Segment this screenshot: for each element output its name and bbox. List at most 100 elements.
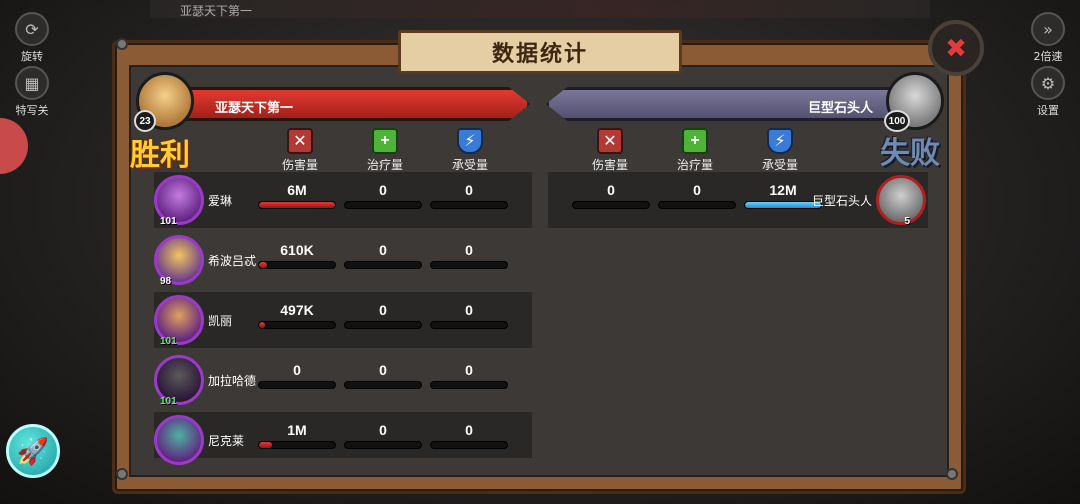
hero-heal: 0 <box>344 362 422 389</box>
damage-bar <box>258 321 336 329</box>
heal-bar <box>344 321 422 329</box>
enemy-taken: 12M <box>744 182 822 209</box>
damage-value: 497K <box>280 302 314 318</box>
closeup-button[interactable]: ▦ 特写关 <box>6 66 58 118</box>
close-icon: ✖ <box>945 32 967 63</box>
hero-name: 尼克莱 <box>208 434 245 448</box>
heal-bar <box>344 201 422 209</box>
enemy-name: 巨型石头人 <box>811 194 872 208</box>
nail-icon <box>946 468 958 480</box>
hero-row[interactable]: 101 凯丽 497K 0 0 <box>154 292 532 348</box>
nail-icon <box>116 38 128 50</box>
taken-bar <box>744 201 822 209</box>
title-plank: 数据统计 <box>398 30 682 74</box>
heal-value: 0 <box>379 302 387 318</box>
damage-value: 6M <box>287 182 307 198</box>
damage-bar-fill <box>259 262 267 268</box>
taken-bar <box>430 441 508 449</box>
hero-taken: 0 <box>430 302 508 329</box>
hero-row[interactable]: 尼克莱 1M 0 0 <box>154 412 532 465</box>
hero-taken: 0 <box>430 362 508 389</box>
taken-value: 0 <box>465 362 473 378</box>
speed-button[interactable]: » 2倍速 <box>1022 12 1074 64</box>
taken-bar <box>430 321 508 329</box>
hero-heal: 0 <box>344 242 422 269</box>
hero-row[interactable]: 101 爱琳 6M 0 0 <box>154 172 532 228</box>
hero-taken: 0 <box>430 422 508 449</box>
taken-value: 0 <box>465 422 473 438</box>
hero-name: 加拉哈德 <box>208 374 257 388</box>
shield-icon: ⚡ <box>767 128 793 154</box>
settings-button[interactable]: ⚙ 设置 <box>1022 66 1074 118</box>
rotate-button[interactable]: ⟳ 旋转 <box>6 12 58 64</box>
heal-icon: + <box>372 128 398 154</box>
gear-icon: ⚙ <box>1031 66 1065 100</box>
film-icon: ▦ <box>15 66 49 100</box>
taken-label: 承受量 <box>451 158 488 172</box>
hero-level: 98 <box>160 276 172 287</box>
speed-label: 2倍速 <box>1033 50 1063 63</box>
nail-icon <box>116 468 128 480</box>
left-col-damage: ✕ 伤害量 <box>270 128 330 173</box>
enemy-row[interactable]: 0 0 12M 巨型石头人 5 <box>548 172 928 228</box>
heal-label: 治疗量 <box>366 158 403 172</box>
taken-bar <box>430 261 508 269</box>
settings-label: 设置 <box>1037 104 1059 117</box>
hero-damage: 1M <box>258 422 336 449</box>
enemy-level: 5 <box>904 216 910 227</box>
close-button[interactable]: ✖ <box>928 20 984 76</box>
right-team-banner: 巨型石头人 <box>546 87 900 121</box>
rocket-button[interactable]: 🚀 <box>6 424 60 478</box>
hero-taken: 0 <box>430 242 508 269</box>
taken-value: 0 <box>465 302 473 318</box>
heal-bar <box>344 441 422 449</box>
heal-value: 0 <box>379 422 387 438</box>
taken-bar <box>430 381 508 389</box>
hero-row[interactable]: 101 加拉哈德 0 0 0 <box>154 352 532 408</box>
damage-bar-fill <box>259 202 335 208</box>
hero-name: 凯丽 <box>208 314 233 328</box>
right-col-damage: ✕ 伤害量 <box>580 128 640 173</box>
heal-value: 0 <box>693 182 701 198</box>
taken-value: 0 <box>465 182 473 198</box>
fast-forward-icon: » <box>1031 12 1065 46</box>
enemy-avatar <box>876 175 926 225</box>
hero-name: 希波吕忒 <box>208 254 257 268</box>
hero-heal: 0 <box>344 422 422 449</box>
damage-label: 伤害量 <box>281 158 318 172</box>
taken-bar <box>430 201 508 209</box>
heal-bar <box>658 201 736 209</box>
taken-bar-fill <box>745 202 821 208</box>
damage-value: 0 <box>607 182 615 198</box>
damage-value: 1M <box>287 422 307 438</box>
hero-level: 101 <box>160 396 177 407</box>
hero-damage: 497K <box>258 302 336 329</box>
damage-value: 610K <box>280 242 314 258</box>
hero-damage: 6M <box>258 182 336 209</box>
heal-bar <box>344 381 422 389</box>
left-team-name: 亚瑟天下第一 <box>215 101 294 116</box>
hero-taken: 0 <box>430 182 508 209</box>
damage-bar <box>258 201 336 209</box>
closeup-label: 特写关 <box>15 104 49 117</box>
taken-value: 12M <box>769 182 797 198</box>
heal-label: 治疗量 <box>676 158 713 172</box>
hero-damage: 610K <box>258 242 336 269</box>
hero-level: 101 <box>160 216 177 227</box>
damage-icon: ✕ <box>597 128 623 154</box>
rotate-label: 旋转 <box>21 50 43 63</box>
damage-bar-fill <box>259 322 266 328</box>
heal-value: 0 <box>379 362 387 378</box>
background-creature <box>0 118 28 174</box>
damage-value: 0 <box>293 362 301 378</box>
hero-level: 101 <box>160 336 177 347</box>
page-title: 数据统计 <box>491 42 588 67</box>
heal-value: 0 <box>379 182 387 198</box>
hero-row[interactable]: 98 希波吕忒 610K 0 0 <box>154 232 532 288</box>
shield-icon: ⚡ <box>457 128 483 154</box>
damage-bar <box>572 201 650 209</box>
rotate-icon: ⟳ <box>15 12 49 46</box>
taken-value: 0 <box>465 242 473 258</box>
damage-bar <box>258 261 336 269</box>
taken-label: 承受量 <box>761 158 798 172</box>
